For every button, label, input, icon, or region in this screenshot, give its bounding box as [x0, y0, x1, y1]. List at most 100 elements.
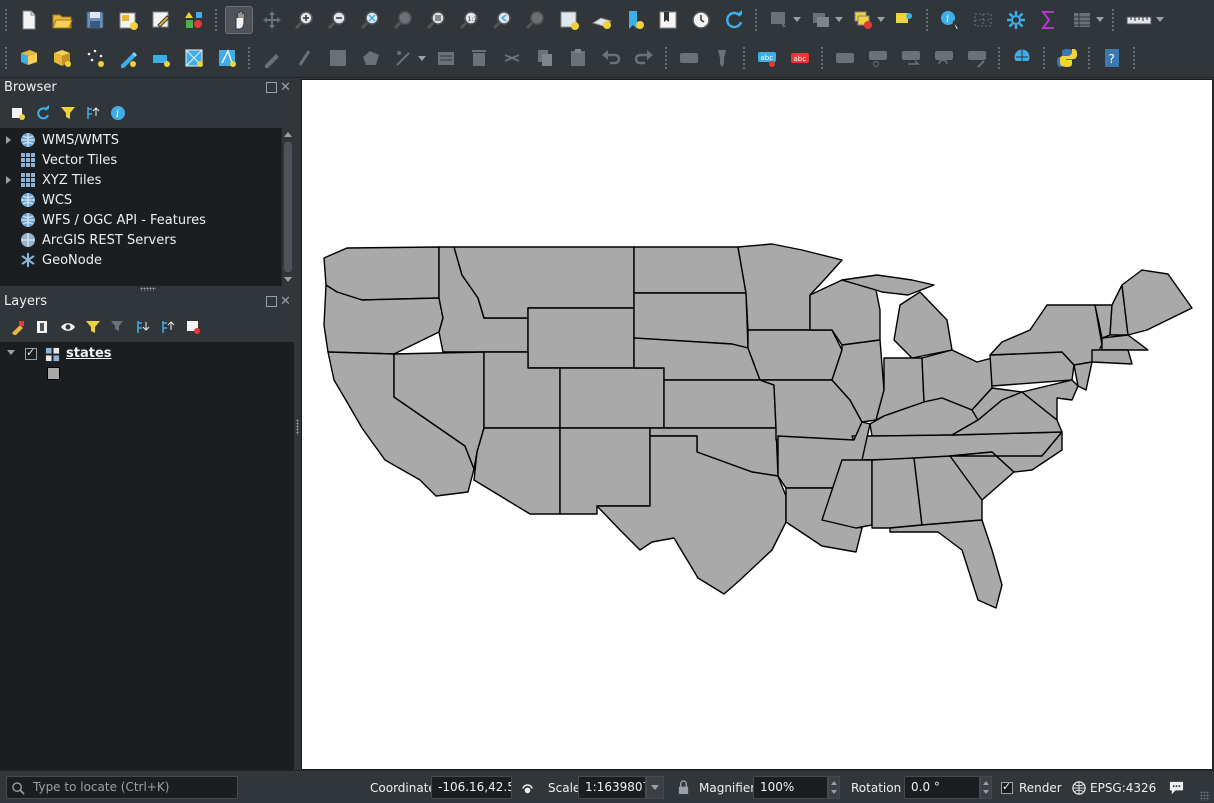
new-project-icon[interactable]	[15, 6, 43, 34]
chevron-down-icon[interactable]	[876, 6, 886, 34]
pan-map-icon[interactable]	[224, 5, 253, 34]
toggle-extents-icon[interactable]	[520, 781, 535, 796]
attribute-table-icon[interactable]	[1068, 6, 1096, 34]
vertex-edit-icon[interactable]	[390, 44, 418, 72]
visibility-eye-icon[interactable]	[58, 317, 77, 336]
settings-gear-icon[interactable]	[1002, 6, 1030, 34]
open-project-icon[interactable]	[48, 6, 76, 34]
float-panel-icon[interactable]	[266, 296, 277, 307]
toggle-editing-pencil-icon[interactable]	[258, 44, 286, 72]
map-canvas[interactable]	[301, 79, 1213, 770]
statistics-sigma-icon[interactable]	[1035, 6, 1063, 34]
magnifier-spinner[interactable]	[828, 776, 840, 799]
new-3d-view-icon[interactable]	[588, 6, 616, 34]
remove-layer-icon[interactable]	[183, 317, 202, 336]
collapse-arrow-icon[interactable]	[7, 350, 15, 355]
zoom-to-layer-icon[interactable]	[423, 6, 451, 34]
save-edits-icon[interactable]	[324, 44, 352, 72]
toolbar-grip[interactable]	[742, 46, 746, 70]
toolbar-grip[interactable]	[925, 7, 929, 32]
toolbar-grip[interactable]	[754, 7, 758, 32]
new-map-view-icon[interactable]	[555, 6, 583, 34]
browser-item-wcs[interactable]: WCS	[0, 190, 281, 210]
select-features-icon[interactable]	[807, 6, 835, 34]
toolbar-grip[interactable]	[997, 46, 1001, 70]
label-highlight-icon[interactable]: abc	[753, 44, 781, 72]
refresh-icon[interactable]	[33, 103, 52, 122]
style-layer-icon[interactable]	[8, 317, 27, 336]
locator-search-input[interactable]: Type to locate (Ctrl+K)	[6, 776, 238, 799]
toolbar-grip[interactable]	[664, 46, 668, 70]
style-manager-icon[interactable]	[180, 6, 208, 34]
magnifier-field[interactable]: 100%	[753, 776, 828, 799]
paste-icon[interactable]	[564, 44, 592, 72]
browser-tree[interactable]: WMS/WMTS Vector Tiles XYZ Tiles WCS WFS …	[0, 128, 281, 286]
delete-icon[interactable]	[465, 44, 493, 72]
rotation-spinner[interactable]	[980, 776, 992, 799]
crs-button[interactable]: EPSG:4326	[1090, 777, 1156, 799]
add-group-icon[interactable]	[33, 317, 52, 336]
browser-item-wfs[interactable]: WFS / OGC API - Features	[0, 210, 281, 230]
label-show-hide-icon[interactable]	[831, 44, 859, 72]
zoom-out-icon[interactable]	[324, 6, 352, 34]
collapse-all-icon[interactable]	[83, 103, 102, 122]
temporal-controller-icon[interactable]	[687, 6, 715, 34]
panel-resize-handle[interactable]	[140, 287, 156, 291]
expand-arrow-icon[interactable]	[6, 176, 11, 184]
attribute-toolbar-icon[interactable]	[969, 6, 997, 34]
toolbar-grip[interactable]	[1087, 46, 1091, 70]
zoom-native-icon[interactable]: 1:1	[456, 6, 484, 34]
label-rotate-icon[interactable]	[897, 44, 925, 72]
save-project-icon[interactable]	[81, 6, 109, 34]
cut-icon[interactable]	[498, 44, 526, 72]
info-icon[interactable]: i	[108, 103, 127, 122]
browser-item-xyz-tiles[interactable]: XYZ Tiles	[0, 170, 281, 190]
chevron-down-icon[interactable]	[417, 44, 427, 72]
python-console-icon[interactable]	[1053, 44, 1081, 72]
scroll-thumb[interactable]	[284, 142, 292, 272]
filter-legend-icon[interactable]	[83, 317, 102, 336]
messages-icon[interactable]	[1168, 780, 1185, 795]
layers-tree[interactable]: states	[0, 342, 294, 770]
resize-grip[interactable]	[1200, 791, 1210, 801]
layout-manager-icon[interactable]	[147, 6, 175, 34]
label-edit-icon[interactable]	[963, 44, 991, 72]
chevron-down-icon[interactable]	[834, 6, 844, 34]
scale-combobox[interactable]: 1:16398071	[578, 776, 646, 799]
new-bookmark-icon[interactable]	[621, 6, 649, 34]
undo-icon[interactable]	[597, 44, 625, 72]
render-checkbox[interactable]	[1001, 780, 1013, 794]
toolbar-grip[interactable]	[820, 46, 824, 70]
expand-all-icon[interactable]	[133, 317, 152, 336]
lock-scale-icon[interactable]	[677, 780, 690, 795]
coordinate-field[interactable]: -106.16,42.58	[431, 776, 512, 799]
label-pin-icon[interactable]	[708, 44, 736, 72]
filter-expression-icon[interactable]	[108, 317, 127, 336]
redo-icon[interactable]	[630, 44, 658, 72]
scroll-down-icon[interactable]	[284, 277, 292, 282]
collapse-all-icon[interactable]	[158, 317, 177, 336]
new-geopackage-icon[interactable]	[48, 44, 76, 72]
panel-splitter[interactable]	[294, 79, 301, 770]
float-panel-icon[interactable]	[266, 82, 277, 93]
digitizing-select-icon[interactable]	[765, 6, 793, 34]
zoom-next-icon[interactable]	[522, 6, 550, 34]
toolbar-grip[interactable]	[1042, 46, 1046, 70]
chevron-down-icon[interactable]	[1155, 6, 1165, 34]
edit-shape-icon[interactable]	[213, 44, 241, 72]
filter-icon[interactable]	[58, 103, 77, 122]
zoom-full-icon[interactable]	[357, 6, 385, 34]
zoom-in-icon[interactable]	[291, 6, 319, 34]
copy-icon[interactable]	[531, 44, 559, 72]
toolbar-grip[interactable]	[1111, 7, 1115, 32]
refresh-icon[interactable]	[720, 6, 748, 34]
label-red-icon[interactable]: abc	[786, 44, 814, 72]
layer-symbol-swatch[interactable]	[47, 367, 60, 380]
modify-attributes-icon[interactable]	[432, 44, 460, 72]
zoom-to-selection-icon[interactable]	[390, 6, 418, 34]
deselect-icon[interactable]	[849, 6, 877, 34]
chevron-down-icon[interactable]	[792, 6, 802, 34]
toolbar-grip[interactable]	[214, 7, 218, 32]
scroll-up-icon[interactable]	[284, 132, 292, 137]
show-bookmarks-icon[interactable]	[654, 6, 682, 34]
